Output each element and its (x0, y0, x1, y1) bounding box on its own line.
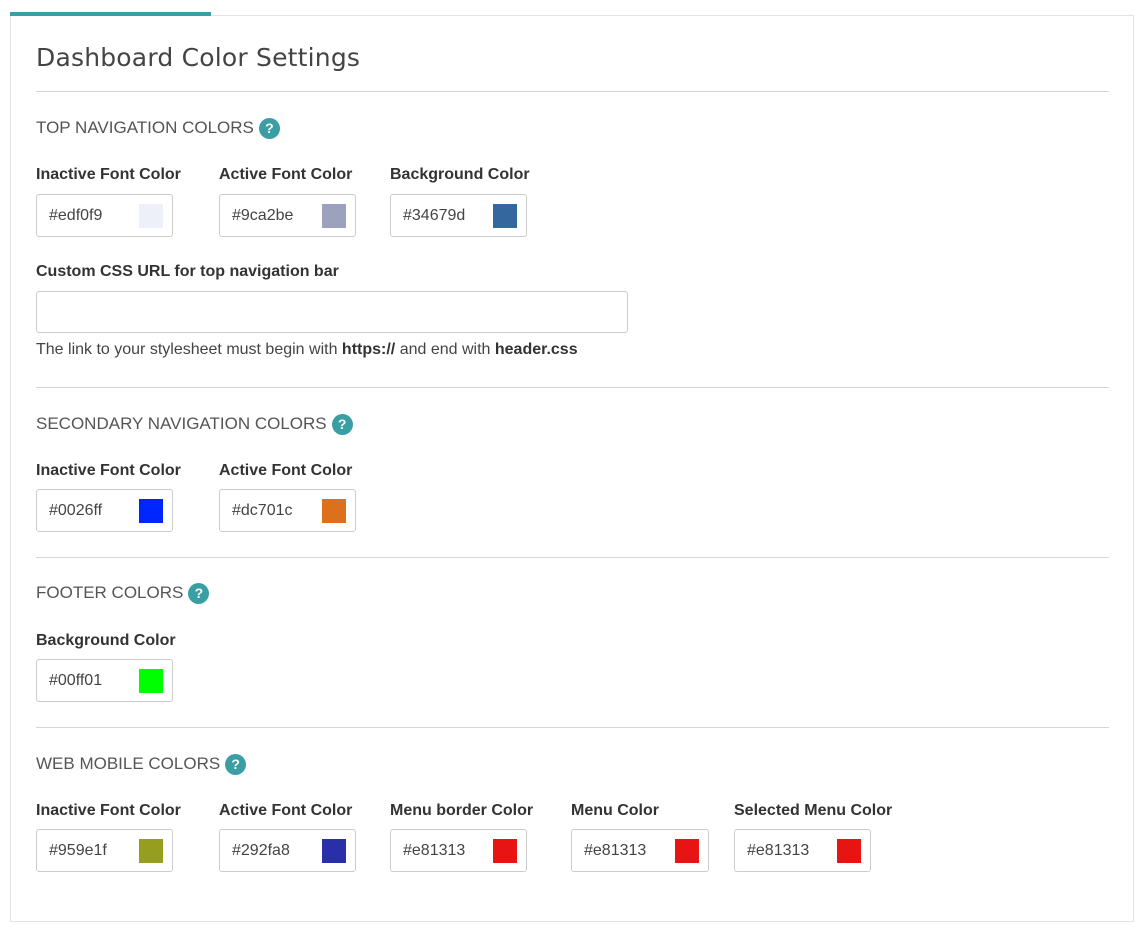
color-swatch[interactable] (139, 498, 163, 523)
help-icon[interactable]: ? (188, 582, 210, 604)
field-label: Inactive Font Color (36, 462, 181, 479)
field-label: Inactive Font Color (36, 802, 181, 819)
color-value: #e81313 (747, 841, 810, 859)
color-swatch[interactable] (837, 838, 861, 863)
section-title-secondary-navigation: SECONDARY NAVIGATION COLORS ? (36, 412, 353, 436)
color-value: #34679d (403, 206, 466, 224)
section-title-web-mobile: WEB MOBILE COLORS ? (36, 752, 247, 776)
help-icon[interactable]: ? (258, 117, 280, 139)
help-icon[interactable]: ? (331, 413, 353, 435)
color-value: #0026ff (49, 501, 103, 519)
page-title: Dashboard Color Settings (36, 43, 361, 72)
web-mobile-active-font-color-input[interactable]: #292fa8 (219, 829, 356, 872)
footer-background-color-input[interactable]: #00ff01 (36, 659, 173, 702)
field-label: Menu Color (571, 802, 659, 819)
field-label: Active Font Color (219, 166, 353, 183)
custom-css-help-text: The link to your stylesheet must begin w… (36, 341, 578, 359)
color-value: #edf0f9 (49, 206, 103, 224)
secondary-nav-inactive-font-color-input[interactable]: #0026ff (36, 489, 173, 532)
help-icon[interactable]: ? (225, 753, 247, 775)
help-text-middle: and end with (395, 341, 495, 358)
field-label: Custom CSS URL for top navigation bar (36, 263, 339, 280)
color-value: #959e1f (49, 841, 107, 859)
color-value: #00ff01 (49, 671, 103, 689)
color-value: #dc701c (232, 501, 293, 519)
section-divider (36, 557, 1109, 558)
color-value: #e81313 (584, 841, 647, 859)
color-swatch[interactable] (493, 203, 517, 228)
section-divider (36, 387, 1109, 388)
top-nav-active-font-color-input[interactable]: #9ca2be (219, 194, 356, 237)
web-mobile-menu-border-color-input[interactable]: #e81313 (390, 829, 527, 872)
field-label: Menu border Color (390, 802, 534, 819)
section-title-text: SECONDARY NAVIGATION COLORS (36, 414, 327, 433)
web-mobile-inactive-font-color-input[interactable]: #959e1f (36, 829, 173, 872)
title-divider (36, 91, 1109, 92)
web-mobile-selected-menu-color-input[interactable]: #e81313 (734, 829, 871, 872)
section-title-text: TOP NAVIGATION COLORS (36, 118, 254, 137)
field-label: Inactive Font Color (36, 166, 181, 183)
help-text-prefix: The link to your stylesheet must begin w… (36, 341, 342, 358)
field-label: Background Color (390, 166, 530, 183)
secondary-nav-active-font-color-input[interactable]: #dc701c (219, 489, 356, 532)
top-nav-inactive-font-color-input[interactable]: #edf0f9 (36, 194, 173, 237)
color-swatch[interactable] (322, 498, 346, 523)
section-title-top-navigation: TOP NAVIGATION COLORS ? (36, 116, 280, 140)
web-mobile-menu-color-input[interactable]: #e81313 (571, 829, 709, 872)
color-swatch[interactable] (139, 838, 163, 863)
top-nav-background-color-input[interactable]: #34679d (390, 194, 527, 237)
color-swatch[interactable] (139, 668, 163, 693)
color-value: #e81313 (403, 841, 466, 859)
color-swatch[interactable] (493, 838, 517, 863)
custom-css-url-input[interactable] (36, 291, 628, 333)
active-tab-indicator (10, 12, 211, 16)
help-text-https: https:// (341, 341, 396, 358)
section-title-text: WEB MOBILE COLORS (36, 754, 221, 773)
color-swatch[interactable] (675, 838, 699, 863)
color-value: #292fa8 (232, 841, 290, 859)
field-label: Selected Menu Color (734, 802, 893, 819)
help-text-filename: header.css (494, 341, 578, 358)
field-label: Active Font Color (219, 462, 353, 479)
section-title-text: FOOTER COLORS (36, 583, 184, 602)
section-title-footer: FOOTER COLORS ? (36, 581, 210, 605)
color-swatch[interactable] (322, 838, 346, 863)
color-value: #9ca2be (232, 206, 294, 224)
field-label: Active Font Color (219, 802, 353, 819)
color-swatch[interactable] (322, 203, 346, 228)
section-divider (36, 727, 1109, 728)
color-swatch[interactable] (139, 203, 163, 228)
field-label: Background Color (36, 632, 176, 649)
